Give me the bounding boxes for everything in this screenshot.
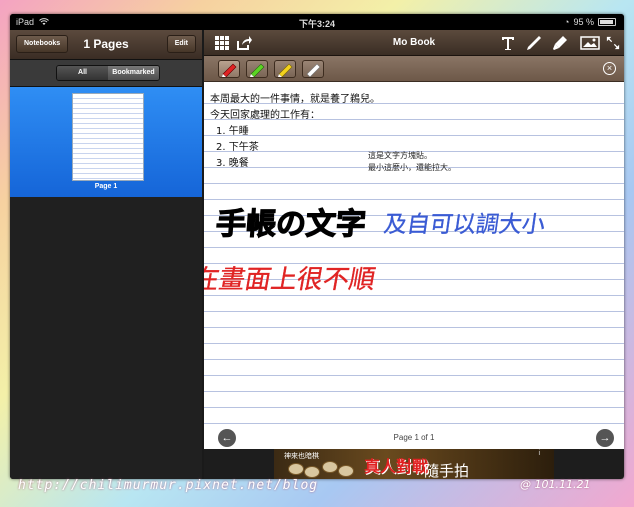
ad-banner[interactable]: 神來也暗棋 真人對戰 隨手拍 i (274, 449, 554, 479)
marker-tool-icon[interactable] (552, 35, 568, 51)
chess-piece-icon (304, 466, 320, 478)
watermark-url: http://chilimurmur.pixnet.net/blog (18, 478, 319, 493)
text-tool-icon[interactable] (500, 35, 516, 51)
status-bar: iPad 下午3:24 ◔ 95 % (10, 14, 624, 30)
segment-all[interactable]: All (57, 66, 108, 80)
ad-info-icon[interactable]: i (538, 450, 540, 457)
yellow-pen-button[interactable] (274, 60, 296, 78)
filter-bar: All Bookmarked (10, 60, 202, 87)
handwriting-layer: 手帳の文字 及自可以調大小 在畫面上很不順 (204, 206, 547, 295)
handwriting-text: 在畫面上很不順 (204, 265, 378, 295)
sidebar-toolbar: Notebooks 1 Pages Edit (10, 30, 202, 60)
green-pen-button[interactable] (246, 60, 268, 78)
notebook-page: Mo Book × 本周最大的一件事情，就是養了鵜兒。 今天回家處理的工作有： … (204, 30, 624, 479)
green-pen-icon (250, 63, 265, 78)
chess-piece-icon (288, 463, 304, 475)
watermark-date: @ 101.11.21 (520, 478, 591, 491)
page-navigation: ← Page 1 of 1 → (204, 427, 624, 449)
ad-small-text: 神來也暗棋 (284, 453, 319, 460)
page-thumbnail (72, 93, 144, 181)
ad-right-text: 隨手拍 (424, 462, 470, 479)
battery-icon (598, 18, 616, 26)
page-list-label: Page 1 (94, 183, 118, 190)
image-icon[interactable] (580, 35, 600, 51)
pen-selector-bar: × (204, 56, 624, 82)
eraser-icon (306, 63, 321, 78)
ad-headline: 真人對戰 (364, 457, 429, 476)
segment-bookmarked[interactable]: Bookmarked (108, 66, 159, 80)
handwriting-text: 及自可以調大小 (382, 212, 547, 238)
main-toolbar: Mo Book (204, 30, 624, 56)
eraser-button[interactable] (302, 60, 324, 78)
page-indicator: Page 1 of 1 (393, 433, 435, 442)
clock: 下午3:24 (298, 19, 335, 29)
edit-button[interactable]: Edit (166, 35, 196, 53)
yellow-pen-icon (278, 63, 293, 78)
chess-piece-icon (322, 461, 338, 473)
handwriting-text: 手帳の文字 (215, 207, 367, 242)
sidebar: Notebooks 1 Pages Edit All Bookmarked Pa… (10, 30, 202, 479)
next-page-arrow-icon[interactable]: → (596, 429, 614, 447)
close-pen-bar-button[interactable]: × (603, 62, 616, 75)
page-list-item[interactable]: Page 1 (10, 87, 202, 197)
filter-segmented-control: All Bookmarked (56, 65, 160, 81)
chess-piece-icon (338, 465, 354, 477)
ipad-screen: iPad 下午3:24 ◔ 95 % Notebooks 1 Pages Edi… (10, 14, 624, 479)
handwriting-blue: 及自可以調大小 (382, 212, 547, 238)
pen-tool-icon[interactable] (526, 35, 542, 51)
red-pen-button[interactable] (218, 60, 240, 78)
lock-rotation-icon: ◔ (564, 17, 570, 27)
battery-percent: 95 % (573, 17, 594, 27)
red-pen-icon (222, 63, 237, 78)
expand-icon[interactable] (606, 35, 620, 51)
lined-paper[interactable]: 本周最大的一件事情，就是養了鵜兒。 今天回家處理的工作有： 1. 午睡 2. 下… (204, 82, 624, 427)
handwriting-black: 手帳の文字 (214, 206, 368, 242)
ad-bar: 神來也暗棋 真人對戰 隨手拍 i (204, 449, 624, 479)
handwriting-red: 在畫面上很不順 (204, 265, 378, 295)
